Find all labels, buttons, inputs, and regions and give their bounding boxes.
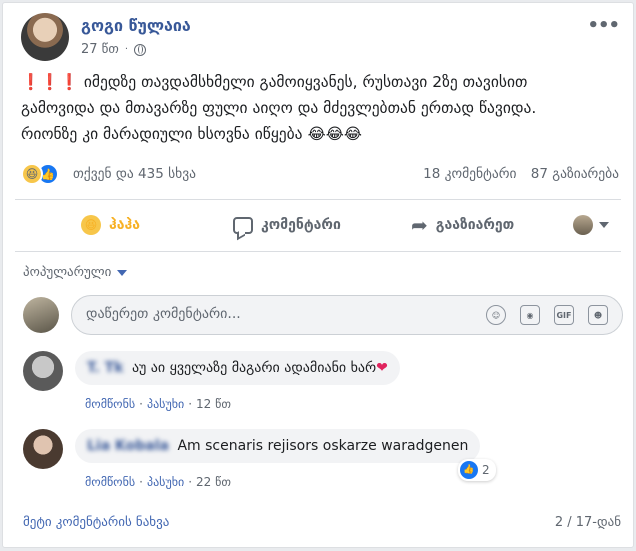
comment-like-badge[interactable]: 👍 2 [458, 459, 496, 481]
post-text: ❗❗❗ იმედზე თავდამსხმელი გამოიყვანეს, რუს… [21, 69, 621, 147]
author-avatar[interactable] [21, 13, 69, 61]
avatar [23, 297, 59, 333]
commenter-avatar[interactable] [23, 429, 63, 469]
sticker-icon[interactable]: ☻ [588, 305, 608, 325]
write-comment-row: დაწერეთ კომენტარი... ☺ ◉ GIF ☻ [23, 295, 623, 335]
reply-link[interactable]: პასუხი [147, 475, 184, 489]
emoji-icon[interactable]: ☺ [486, 305, 506, 325]
comment-filter-label: პოპულარული [23, 265, 112, 280]
separator: · [188, 475, 193, 489]
meta-dot: · [124, 44, 129, 55]
view-more-comments-link[interactable]: მეტი კომენტარის ნახვა [23, 515, 169, 530]
comment-icon [233, 216, 253, 234]
reaction-icons[interactable]: 😆 👍 [21, 163, 59, 185]
haha-label: ჰაჰა [109, 217, 141, 233]
separator: · [139, 475, 143, 489]
comment-pager: 2 / 17-დან [554, 515, 621, 530]
haha-icon: 😆 [81, 215, 101, 235]
heart-emoji: ❤ [376, 360, 388, 376]
like-link[interactable]: მომწონს [85, 475, 135, 489]
reaction-identity-selector[interactable] [573, 215, 609, 235]
mini-avatar [573, 215, 593, 235]
like-icon: 👍 [460, 461, 478, 479]
divider [15, 251, 621, 252]
post-time[interactable]: 27 წთ [81, 42, 119, 57]
more-options-icon[interactable]: ••• [587, 15, 620, 36]
comment-input[interactable]: დაწერეთ კომენტარი... ☺ ◉ GIF ☻ [71, 295, 623, 335]
comments-footer: მეტი კომენტარის ნახვა 2 / 17-დან [23, 515, 621, 530]
share-label: გააზიარეთ [435, 217, 515, 233]
globe-icon[interactable] [134, 43, 147, 56]
share-button[interactable]: ➦ გააზიარეთ [411, 213, 514, 237]
caret-down-icon [117, 269, 128, 276]
post-text-line-2: გამოვიდა და მთავარზე ფული აიღო და მძევლე… [21, 99, 537, 117]
comment-text: Am scenaris rejisors oskarze waradgenen [177, 438, 469, 454]
separator: · [139, 397, 143, 411]
post-meta: 27 წთ · [81, 42, 147, 57]
comment-bubble: Lia Kobala Am scenaris rejisors oskarze … [75, 429, 481, 463]
post-header: გოგი წულაია 27 წთ · ••• [21, 13, 621, 63]
caret-down-icon [599, 222, 609, 228]
haha-button[interactable]: 😆 ჰაჰა [81, 215, 140, 235]
commenter-name[interactable]: T. Tk [87, 360, 123, 376]
comment-text: აუ აი ყველაზე მაგარი ადამიანი ხარ [131, 360, 377, 376]
camera-icon[interactable]: ◉ [520, 305, 540, 325]
comment-time[interactable]: 22 წთ [196, 475, 231, 489]
action-bar: 😆 ჰაჰა კომენტარი ➦ გააზიარეთ [15, 207, 621, 243]
post-text-line-3: რიონზე კი მარადიული ხსოვნა იწყება [21, 125, 303, 143]
comment-actions: მომწონს · პასუხი · 12 წთ [85, 397, 231, 411]
comment-like-count: 2 [482, 463, 490, 477]
exclamation-marks: ❗❗❗ [21, 73, 79, 91]
commenter-avatar[interactable] [23, 351, 63, 391]
separator: · [188, 397, 193, 411]
comment-label: კომენტარი [261, 217, 341, 233]
reply-link[interactable]: პასუხი [147, 397, 184, 411]
post-counts: 18 კომენტარი 87 გაზიარება [413, 166, 619, 182]
reaction-summary: 😆 👍 თქვენ და 435 სხვა 18 კომენტარი 87 გა… [21, 163, 619, 187]
comment-bubble: T. Tk აუ აი ყველაზე მაგარი ადამიანი ხარ❤ [75, 351, 400, 385]
author-name[interactable]: გოგი წულაია [81, 16, 191, 35]
comment-tools: ☺ ◉ GIF ☻ [486, 305, 608, 325]
post-text-line-1: იმედზე თავდამსხმელი გამოიყვანეს, რუსთავი… [83, 73, 528, 91]
share-icon: ➦ [411, 213, 428, 237]
comment-filter[interactable]: პოპულარული [23, 265, 128, 280]
comment-time[interactable]: 12 წთ [196, 397, 231, 411]
laughing-emojis: 😂😂😂 [307, 125, 362, 143]
divider [15, 199, 621, 200]
post-card: გოგი წულაია 27 წთ · ••• ❗❗❗ იმედზე თავდა… [2, 2, 634, 548]
like-link[interactable]: მომწონს [85, 397, 135, 411]
reaction-count[interactable]: თქვენ და 435 სხვა [73, 166, 196, 182]
comment-actions: მომწონს · პასუხი · 22 წთ [85, 475, 231, 489]
commenter-name[interactable]: Lia Kobala [87, 438, 169, 454]
gif-icon[interactable]: GIF [554, 305, 574, 325]
comment-count[interactable]: 18 კომენტარი [423, 166, 516, 182]
share-count[interactable]: 87 გაზიარება [531, 166, 619, 182]
comment-input-placeholder: დაწერეთ კომენტარი... [86, 306, 241, 322]
haha-reaction-icon: 😆 [21, 163, 43, 185]
